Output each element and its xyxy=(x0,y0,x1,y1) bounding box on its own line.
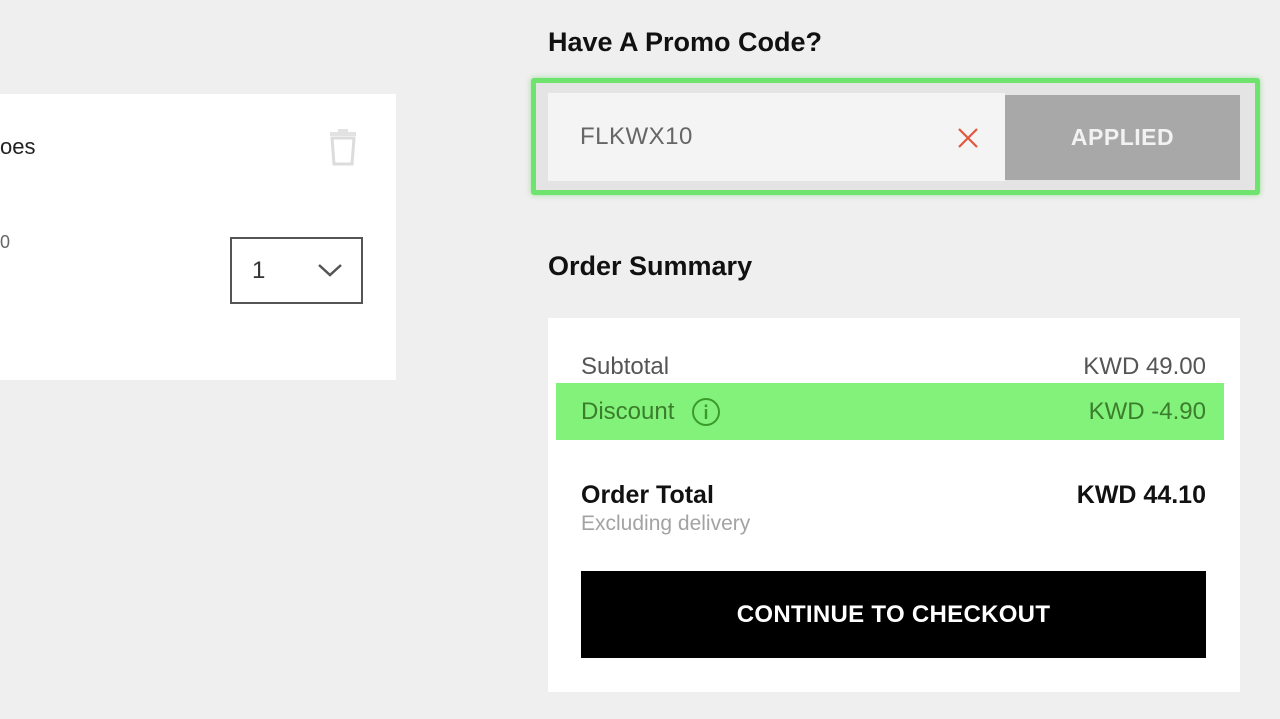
continue-to-checkout-button[interactable]: CONTINUE TO CHECKOUT xyxy=(581,571,1206,658)
discount-value: KWD -4.90 xyxy=(1088,398,1206,425)
order-total-note: Excluding delivery xyxy=(581,512,751,535)
promo-applied-button[interactable]: APPLIED xyxy=(1005,95,1240,180)
quantity-value: 1 xyxy=(252,256,266,284)
subtotal-value: KWD 49.00 xyxy=(1083,353,1206,380)
order-total-row: Order Total KWD 44.10 xyxy=(581,478,1206,512)
info-icon[interactable] xyxy=(690,396,722,428)
chevron-down-icon xyxy=(317,257,343,285)
cart-item-meta: 0 xyxy=(0,232,11,252)
promo-code-value: FLKWX10 xyxy=(580,123,693,150)
discount-label: Discount xyxy=(581,398,675,425)
promo-title: Have A Promo Code? xyxy=(548,27,823,57)
cart-item-name: oes xyxy=(0,134,36,159)
quantity-select[interactable]: 1 xyxy=(230,237,363,304)
order-summary-title: Order Summary xyxy=(548,251,753,281)
subtotal-row: Subtotal KWD 49.00 xyxy=(581,350,1206,384)
discount-row: Discount KWD -4.90 xyxy=(581,390,1206,434)
promo-code-input[interactable]: FLKWX10 xyxy=(548,93,1005,181)
subtotal-label: Subtotal xyxy=(581,353,670,380)
order-total-label: Order Total xyxy=(581,480,714,509)
trash-icon[interactable] xyxy=(322,126,364,168)
order-total-value: KWD 44.10 xyxy=(1076,480,1206,509)
close-icon[interactable] xyxy=(950,120,986,156)
cart-page: oes 0 1 Have A Promo Code? FLKWX10 APPLI… xyxy=(0,0,1280,719)
